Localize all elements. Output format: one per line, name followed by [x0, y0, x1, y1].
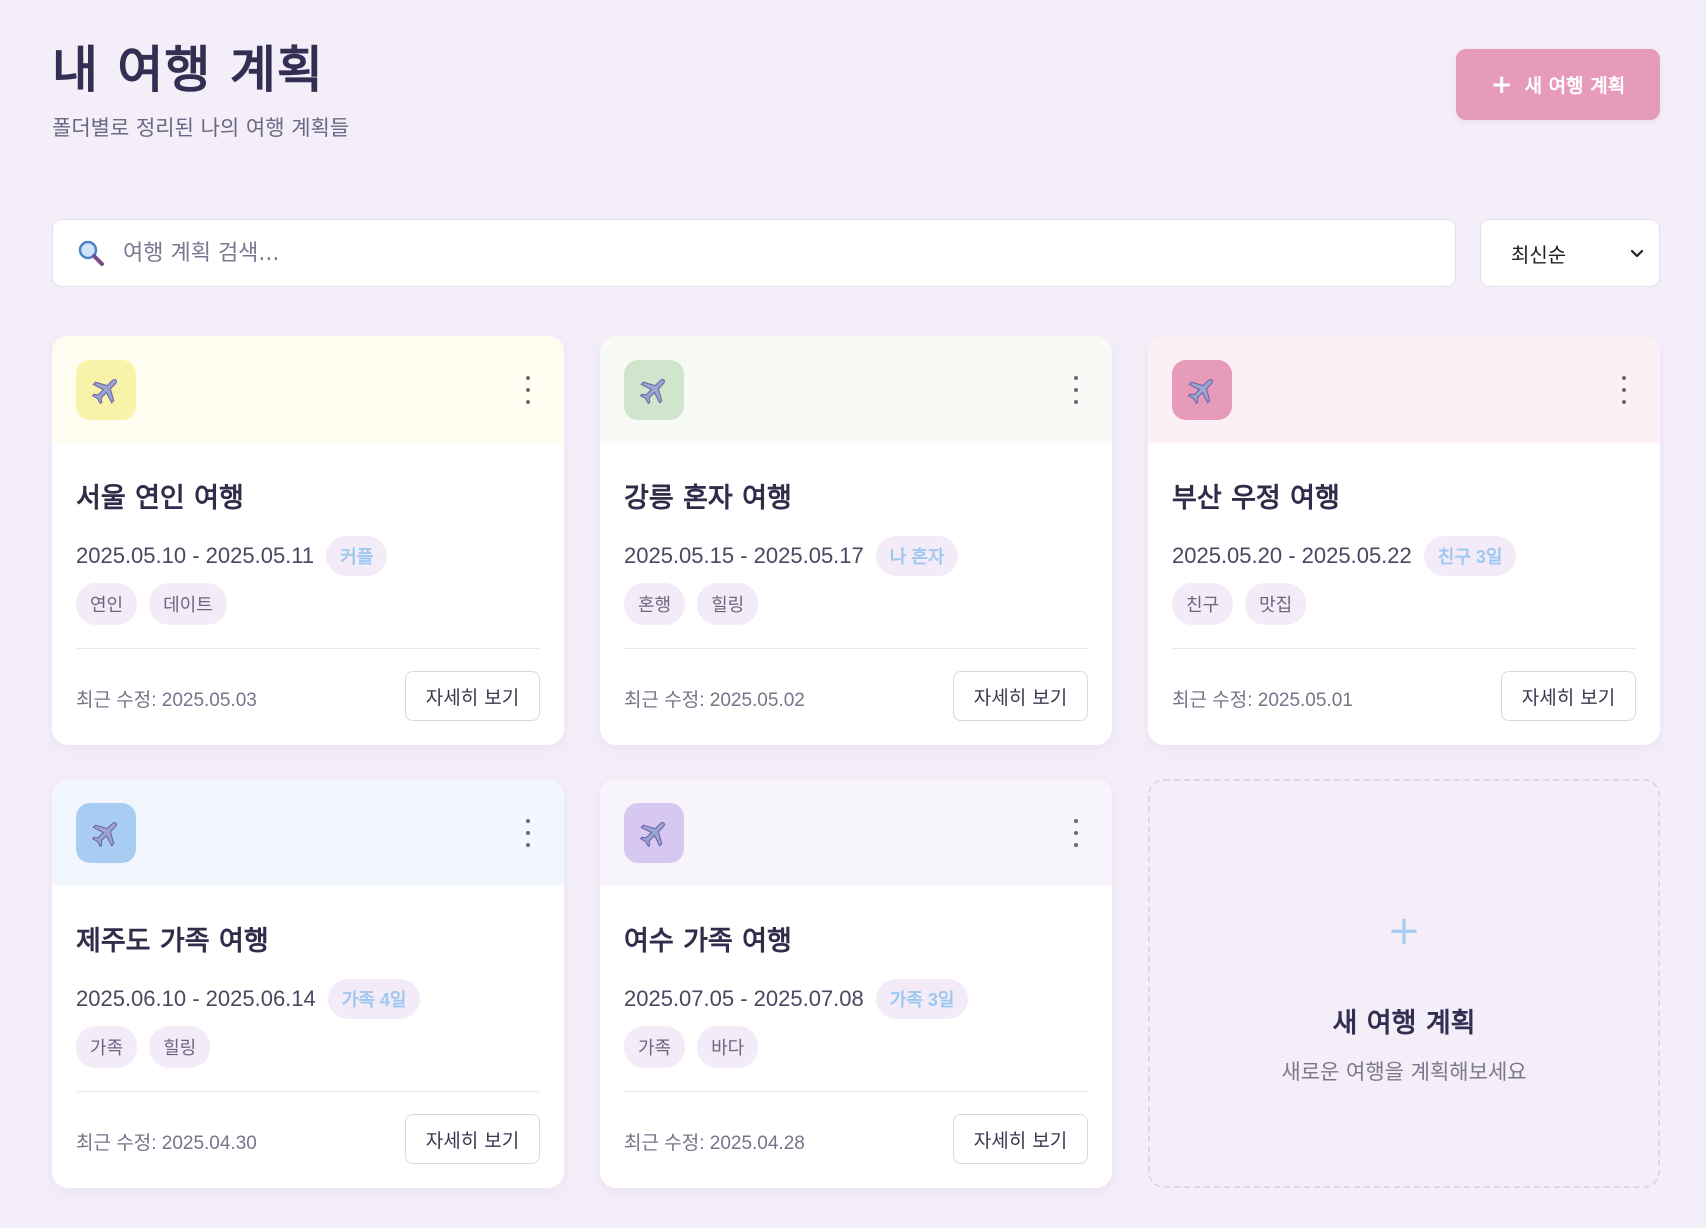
divider: [76, 1091, 540, 1092]
last-modified: 최근 수정: 2025.05.03: [76, 690, 257, 711]
tag: 바다: [697, 1026, 759, 1068]
trip-type-badge: 가족 4일: [327, 979, 421, 1019]
card-title: 제주도 가족 여행: [76, 926, 269, 957]
search-input[interactable]: [123, 240, 1423, 266]
details-button[interactable]: 자세히 보기: [405, 671, 540, 721]
tag-list: 가족 힐링: [76, 1026, 211, 1068]
tag: 힐링: [697, 583, 759, 625]
plus-icon: +: [1490, 69, 1513, 100]
card-dates: 2025.05.10 - 2025.05.11: [76, 543, 315, 568]
card-icon-tile: [624, 360, 684, 420]
card-title: 강릉 혼자 여행: [624, 483, 792, 514]
new-plan-button-label: 새 여행 계획: [1524, 75, 1626, 97]
card-title: 서울 연인 여행: [76, 483, 244, 514]
search-icon: [78, 240, 104, 266]
card-icon-tile: [76, 360, 136, 420]
plus-icon: +: [1387, 908, 1421, 954]
card-dates: 2025.05.20 - 2025.05.22: [1172, 543, 1412, 568]
divider: [76, 648, 540, 649]
details-button[interactable]: 자세히 보기: [953, 671, 1088, 721]
new-plan-card-subtitle: 새로운 여행을 계획해보세요: [1281, 1060, 1527, 1084]
tag: 연인: [76, 583, 138, 625]
details-button[interactable]: 자세히 보기: [405, 1114, 540, 1164]
card-icon-tile: [76, 803, 136, 863]
last-modified: 최근 수정: 2025.04.28: [624, 1133, 805, 1154]
trip-card[interactable]: 부산 우정 여행 2025.05.20 - 2025.05.22 친구 3일친구 맛집…: [1148, 336, 1660, 745]
divider: [624, 648, 1088, 649]
last-modified: 최근 수정: 2025.05.01: [1172, 690, 1353, 711]
trip-type-badge: 가족 3일: [875, 979, 969, 1019]
card-date-row: 2025.07.05 - 2025.07.08 가족 3일: [624, 979, 969, 1019]
airplane-icon: [639, 379, 665, 405]
page: 내 여행 계획 폴더별로 정리된 나의 여행 계획들 + 새 여행 계획 최신순…: [0, 0, 1706, 1228]
card-header: [600, 779, 1112, 886]
search-box[interactable]: [52, 219, 1456, 287]
page-subtitle: 폴더별로 정리된 나의 여행 계획들: [52, 116, 350, 140]
tag-list: 가족 바다: [624, 1026, 759, 1068]
new-plan-card[interactable]: + 새 여행 계획 새로운 여행을 계획해보세요: [1148, 779, 1660, 1188]
tag: 혼행: [624, 583, 686, 625]
more-options-icon[interactable]: [1070, 376, 1082, 404]
more-options-icon[interactable]: [1070, 819, 1082, 847]
tag-list: 연인 데이트: [76, 583, 227, 625]
card-icon-tile: [1172, 360, 1232, 420]
sort-selected-value: 최신순: [1511, 242, 1567, 267]
tag: 가족: [624, 1026, 686, 1068]
details-button[interactable]: 자세히 보기: [1501, 671, 1636, 721]
airplane-icon: [91, 379, 117, 405]
chevron-down-icon: [1630, 249, 1644, 258]
page-title: 내 여행 계획: [52, 41, 324, 99]
tag: 맛집: [1245, 583, 1307, 625]
new-plan-card-title: 새 여행 계획: [1332, 1008, 1476, 1039]
details-button[interactable]: 자세히 보기: [953, 1114, 1088, 1164]
tag-list: 혼행 힐링: [624, 583, 759, 625]
tag: 힐링: [149, 1026, 211, 1068]
more-options-icon[interactable]: [522, 819, 534, 847]
more-options-icon[interactable]: [1618, 376, 1630, 404]
airplane-icon: [1187, 379, 1213, 405]
airplane-icon: [91, 822, 117, 848]
card-dates: 2025.07.05 - 2025.07.08: [624, 986, 864, 1011]
trip-card[interactable]: 여수 가족 여행 2025.07.05 - 2025.07.08 가족 3일가족 바다…: [600, 779, 1112, 1188]
trip-card[interactable]: 강릉 혼자 여행 2025.05.15 - 2025.05.17 나 혼자혼행 힐링최…: [600, 336, 1112, 745]
new-plan-button[interactable]: + 새 여행 계획: [1456, 49, 1660, 120]
card-dates: 2025.05.15 - 2025.05.17: [624, 543, 864, 568]
trip-type-badge: 나 혼자: [875, 536, 959, 576]
airplane-icon: [639, 822, 665, 848]
card-title: 여수 가족 여행: [624, 926, 792, 957]
card-date-row: 2025.05.10 - 2025.05.11 커플: [76, 536, 388, 576]
tag: 데이트: [149, 583, 227, 625]
last-modified: 최근 수정: 2025.04.30: [76, 1133, 257, 1154]
card-title: 부산 우정 여행: [1172, 483, 1340, 514]
trip-type-badge: 커플: [326, 536, 388, 576]
card-header: [52, 779, 564, 886]
card-header: [600, 336, 1112, 443]
card-icon-tile: [624, 803, 684, 863]
card-header: [1148, 336, 1660, 443]
last-modified: 최근 수정: 2025.05.02: [624, 690, 805, 711]
trip-card[interactable]: 서울 연인 여행 2025.05.10 - 2025.05.11 커플연인 데이트최근…: [52, 336, 564, 745]
divider: [624, 1091, 1088, 1092]
divider: [1172, 648, 1636, 649]
card-date-row: 2025.06.10 - 2025.06.14 가족 4일: [76, 979, 421, 1019]
card-date-row: 2025.05.15 - 2025.05.17 나 혼자: [624, 536, 959, 576]
more-options-icon[interactable]: [522, 376, 534, 404]
card-header: [52, 336, 564, 443]
tag: 친구: [1172, 583, 1234, 625]
tag: 가족: [76, 1026, 138, 1068]
trip-type-badge: 친구 3일: [1423, 536, 1517, 576]
trip-card[interactable]: 제주도 가족 여행 2025.06.10 - 2025.06.14 가족 4일가족 힐…: [52, 779, 564, 1188]
card-date-row: 2025.05.20 - 2025.05.22 친구 3일: [1172, 536, 1517, 576]
card-dates: 2025.06.10 - 2025.06.14: [76, 986, 316, 1011]
sort-select[interactable]: 최신순: [1480, 219, 1660, 287]
tag-list: 친구 맛집: [1172, 583, 1307, 625]
